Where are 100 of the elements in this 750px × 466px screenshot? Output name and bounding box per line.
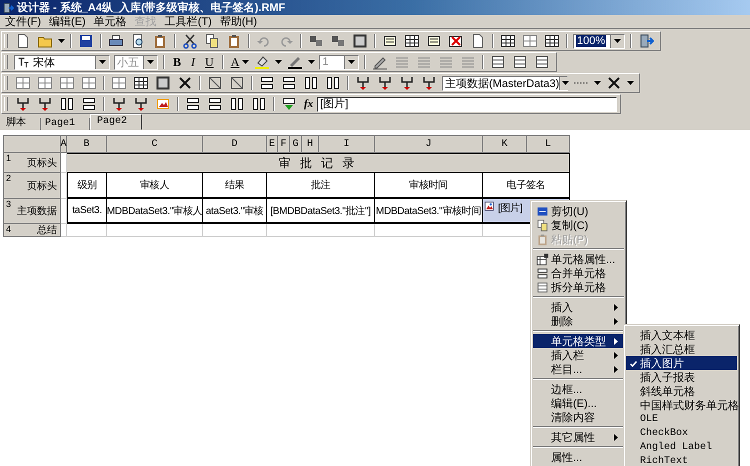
grid-icon[interactable] (37, 75, 53, 91)
menu-item[interactable]: 帮助(H) (216, 14, 262, 29)
table-cell[interactable] (61, 199, 67, 224)
menu-item[interactable]: 边框... (533, 382, 624, 396)
copy-icon[interactable] (204, 33, 220, 49)
tree-icon[interactable] (399, 75, 415, 91)
menu-item[interactable]: 插入子报表 (626, 370, 737, 384)
clipboard-icon[interactable] (152, 33, 168, 49)
printer-icon[interactable] (108, 33, 124, 49)
band-icon[interactable] (512, 54, 528, 70)
tree-icon[interactable] (377, 75, 393, 91)
table-cell[interactable] (107, 224, 203, 237)
menu-item[interactable]: 插入 (533, 300, 624, 314)
column-header[interactable]: E (267, 136, 278, 153)
menu-item[interactable]: 其它属性 (533, 430, 624, 444)
table-icon[interactable] (133, 75, 149, 91)
rows-icon[interactable] (81, 96, 97, 112)
menu-item[interactable]: 删除 (533, 314, 624, 328)
column-header[interactable]: C (107, 136, 203, 153)
menu-item[interactable]: 单元格类型 (533, 334, 624, 348)
columns-icon[interactable] (325, 75, 341, 91)
table-cell[interactable]: 审核人 (107, 173, 203, 199)
insert-icon[interactable] (281, 96, 297, 112)
squares-icon[interactable] (330, 33, 346, 49)
columns-icon[interactable] (251, 96, 267, 112)
grid-icon[interactable] (59, 75, 75, 91)
formula-field[interactable]: [图片] (317, 96, 618, 112)
caret-icon[interactable] (58, 39, 65, 43)
table-cell[interactable]: ataSet3."审核 (203, 199, 267, 224)
table-cell[interactable] (61, 173, 67, 199)
table-cell[interactable]: [BMDBDataSet3."批注"] (267, 199, 375, 224)
font-field[interactable]: 宋体 (14, 54, 110, 70)
clipboard-icon[interactable] (226, 33, 242, 49)
tree-icon[interactable] (133, 96, 149, 112)
format-button[interactable]: B (168, 54, 186, 70)
format-button[interactable]: U (200, 54, 219, 70)
table-cell[interactable] (67, 224, 107, 237)
tab[interactable]: Page2 (90, 114, 142, 130)
table-cell[interactable]: taSet3. (67, 199, 107, 224)
row-header[interactable]: 1 页标头 (4, 153, 61, 173)
menu-item[interactable]: 工具栏(T) (162, 14, 217, 29)
column-header[interactable]: I (319, 136, 375, 153)
font-color-button[interactable]: A (226, 54, 240, 70)
caret-icon[interactable] (614, 39, 621, 43)
report-icon[interactable] (426, 33, 442, 49)
menu-item[interactable]: 插入汇总框 (626, 342, 737, 356)
menu-item[interactable]: 插入图片 (626, 356, 737, 370)
caret-icon[interactable] (627, 81, 634, 85)
dataset-field[interactable]: 主项数据(MasterData3) (442, 76, 568, 90)
table-cell[interactable]: 审核时间 (375, 173, 483, 199)
column-header[interactable]: B (67, 136, 107, 153)
menu-item[interactable]: 单元格属性... (533, 252, 624, 266)
band-icon[interactable] (534, 54, 550, 70)
diagonal-cell-icon[interactable] (229, 75, 245, 91)
menu-item[interactable]: 编辑(E) (46, 14, 91, 29)
paint-bucket-icon[interactable] (254, 54, 270, 70)
report-icon[interactable] (382, 33, 398, 49)
menu-item[interactable]: 单元格 (90, 14, 132, 29)
zoom-field[interactable]: 100% (573, 34, 625, 48)
columns-icon[interactable] (59, 96, 75, 112)
format-button[interactable]: I (186, 54, 200, 70)
table-cell[interactable] (61, 224, 67, 237)
table-corner[interactable] (4, 136, 61, 153)
row-header[interactable]: 4 总结 (4, 224, 61, 237)
tab[interactable]: 脚本 (2, 118, 41, 130)
squares-icon[interactable] (308, 33, 324, 49)
grid-icon[interactable] (111, 75, 127, 91)
brush-icon[interactable] (287, 54, 304, 70)
caret-icon[interactable] (242, 60, 250, 64)
menu-item[interactable]: 栏目... (533, 362, 624, 376)
table-cell[interactable] (267, 224, 375, 237)
caret-icon[interactable] (308, 60, 316, 64)
caret-icon[interactable] (99, 60, 106, 64)
menu-item[interactable]: OLE (626, 412, 737, 426)
tree-icon[interactable] (111, 96, 127, 112)
column-header[interactable]: F (278, 136, 290, 153)
column-header[interactable]: G (290, 136, 302, 153)
menu-item[interactable]: 合并单元格 (533, 266, 624, 280)
grid-icon[interactable] (81, 75, 97, 91)
caret-icon[interactable] (275, 60, 282, 64)
tree-icon[interactable] (355, 75, 371, 91)
menu-item[interactable]: Angled Label (626, 440, 737, 454)
row-header[interactable]: 2 页标头 (4, 173, 61, 199)
table-cell[interactable]: 审 批 记 录 (67, 153, 570, 173)
diagonal-cell-icon[interactable] (207, 75, 223, 91)
frame-icon[interactable] (155, 75, 171, 91)
column-header[interactable]: H (302, 136, 319, 153)
columns-icon[interactable] (303, 75, 319, 91)
menu-item[interactable]: 斜线单元格 (626, 384, 737, 398)
table-icon[interactable] (404, 33, 420, 49)
table-cell[interactable]: 级别 (67, 173, 107, 199)
menu-item[interactable]: 属性... (533, 450, 624, 464)
rows-icon[interactable] (281, 75, 297, 91)
grid-icon[interactable] (522, 33, 538, 49)
table-cell[interactable]: 结果 (203, 173, 267, 199)
frame-icon[interactable] (352, 33, 368, 49)
cross-icon[interactable] (177, 75, 193, 91)
menu-item[interactable]: 拆分单元格 (533, 280, 624, 294)
caret-icon[interactable] (562, 81, 570, 85)
column-header[interactable]: K (483, 136, 527, 153)
